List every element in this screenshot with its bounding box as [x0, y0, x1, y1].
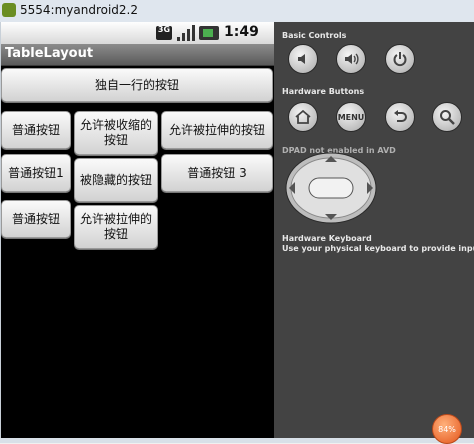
volume-up-icon	[345, 53, 359, 65]
window-frame-bottom	[0, 438, 474, 443]
single-row-button[interactable]: 独自一行的按钮	[1, 68, 273, 102]
back-button[interactable]	[385, 102, 415, 132]
app-title: TableLayout	[5, 46, 94, 61]
emulator-screen: 3G 1:49 pm TableLayout 独自一行的按钮 普通按钮 允许被收…	[1, 22, 274, 438]
window-title: 5554:myandroid2.2	[20, 3, 138, 17]
android-app-icon	[2, 3, 16, 17]
normal-button[interactable]: 普通按钮	[1, 111, 71, 149]
search-button[interactable]	[432, 102, 462, 132]
normal-button-1[interactable]: 普通按钮1	[1, 154, 71, 192]
stretchable-button[interactable]: 允许被拉伸的按钮	[161, 111, 273, 149]
hardware-buttons-label: Hardware Buttons	[282, 87, 365, 96]
menu-button[interactable]: MENU	[336, 102, 366, 132]
power-icon	[393, 52, 407, 67]
volume-up-button[interactable]	[336, 44, 366, 74]
normal-button-row3[interactable]: 普通按钮	[1, 200, 71, 238]
volume-down-icon	[298, 54, 305, 64]
battery-icon	[199, 26, 219, 40]
window-titlebar: 5554:myandroid2.2	[0, 0, 474, 23]
menu-button-label: MENU	[337, 112, 365, 122]
home-button[interactable]	[288, 102, 318, 132]
back-icon	[394, 110, 407, 122]
network-3g-icon: 3G	[156, 26, 172, 40]
shrinkable-button[interactable]: 允许被收缩的按钮	[74, 111, 158, 155]
emulator-control-panel: Basic Controls Hardware Buttons MENU DPA…	[274, 22, 474, 438]
dpad[interactable]	[285, 152, 377, 224]
home-icon	[295, 109, 311, 124]
signal-strength-icon	[177, 25, 197, 41]
volume-down-button[interactable]	[288, 44, 318, 74]
search-icon	[440, 110, 455, 125]
hardware-keyboard-title: Hardware Keyboard	[282, 234, 372, 243]
basic-controls-label: Basic Controls	[282, 31, 347, 40]
stretchable-button-row3[interactable]: 允许被拉伸的按钮	[74, 205, 158, 249]
app-title-bar: TableLayout	[1, 44, 274, 66]
performance-badge[interactable]: 84%	[432, 414, 462, 444]
hidden-button[interactable]: 被隐藏的按钮	[74, 158, 158, 202]
normal-button-3[interactable]: 普通按钮 3	[161, 154, 273, 192]
dpad-center-button	[308, 177, 354, 199]
power-button[interactable]	[385, 44, 415, 74]
status-bar: 3G 1:49 pm	[1, 22, 274, 56]
hardware-keyboard-description: Use your physical keyboard to provide in…	[282, 244, 474, 253]
